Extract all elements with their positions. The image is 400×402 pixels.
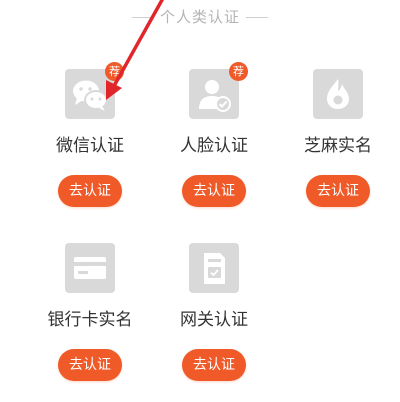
verification-page: 个人类认证 荐 微信认证 去认证 荐 人脸认证 去认证 芝麻实名 去认证 银行卡… <box>0 0 400 402</box>
annotation-arrow <box>106 0 164 100</box>
